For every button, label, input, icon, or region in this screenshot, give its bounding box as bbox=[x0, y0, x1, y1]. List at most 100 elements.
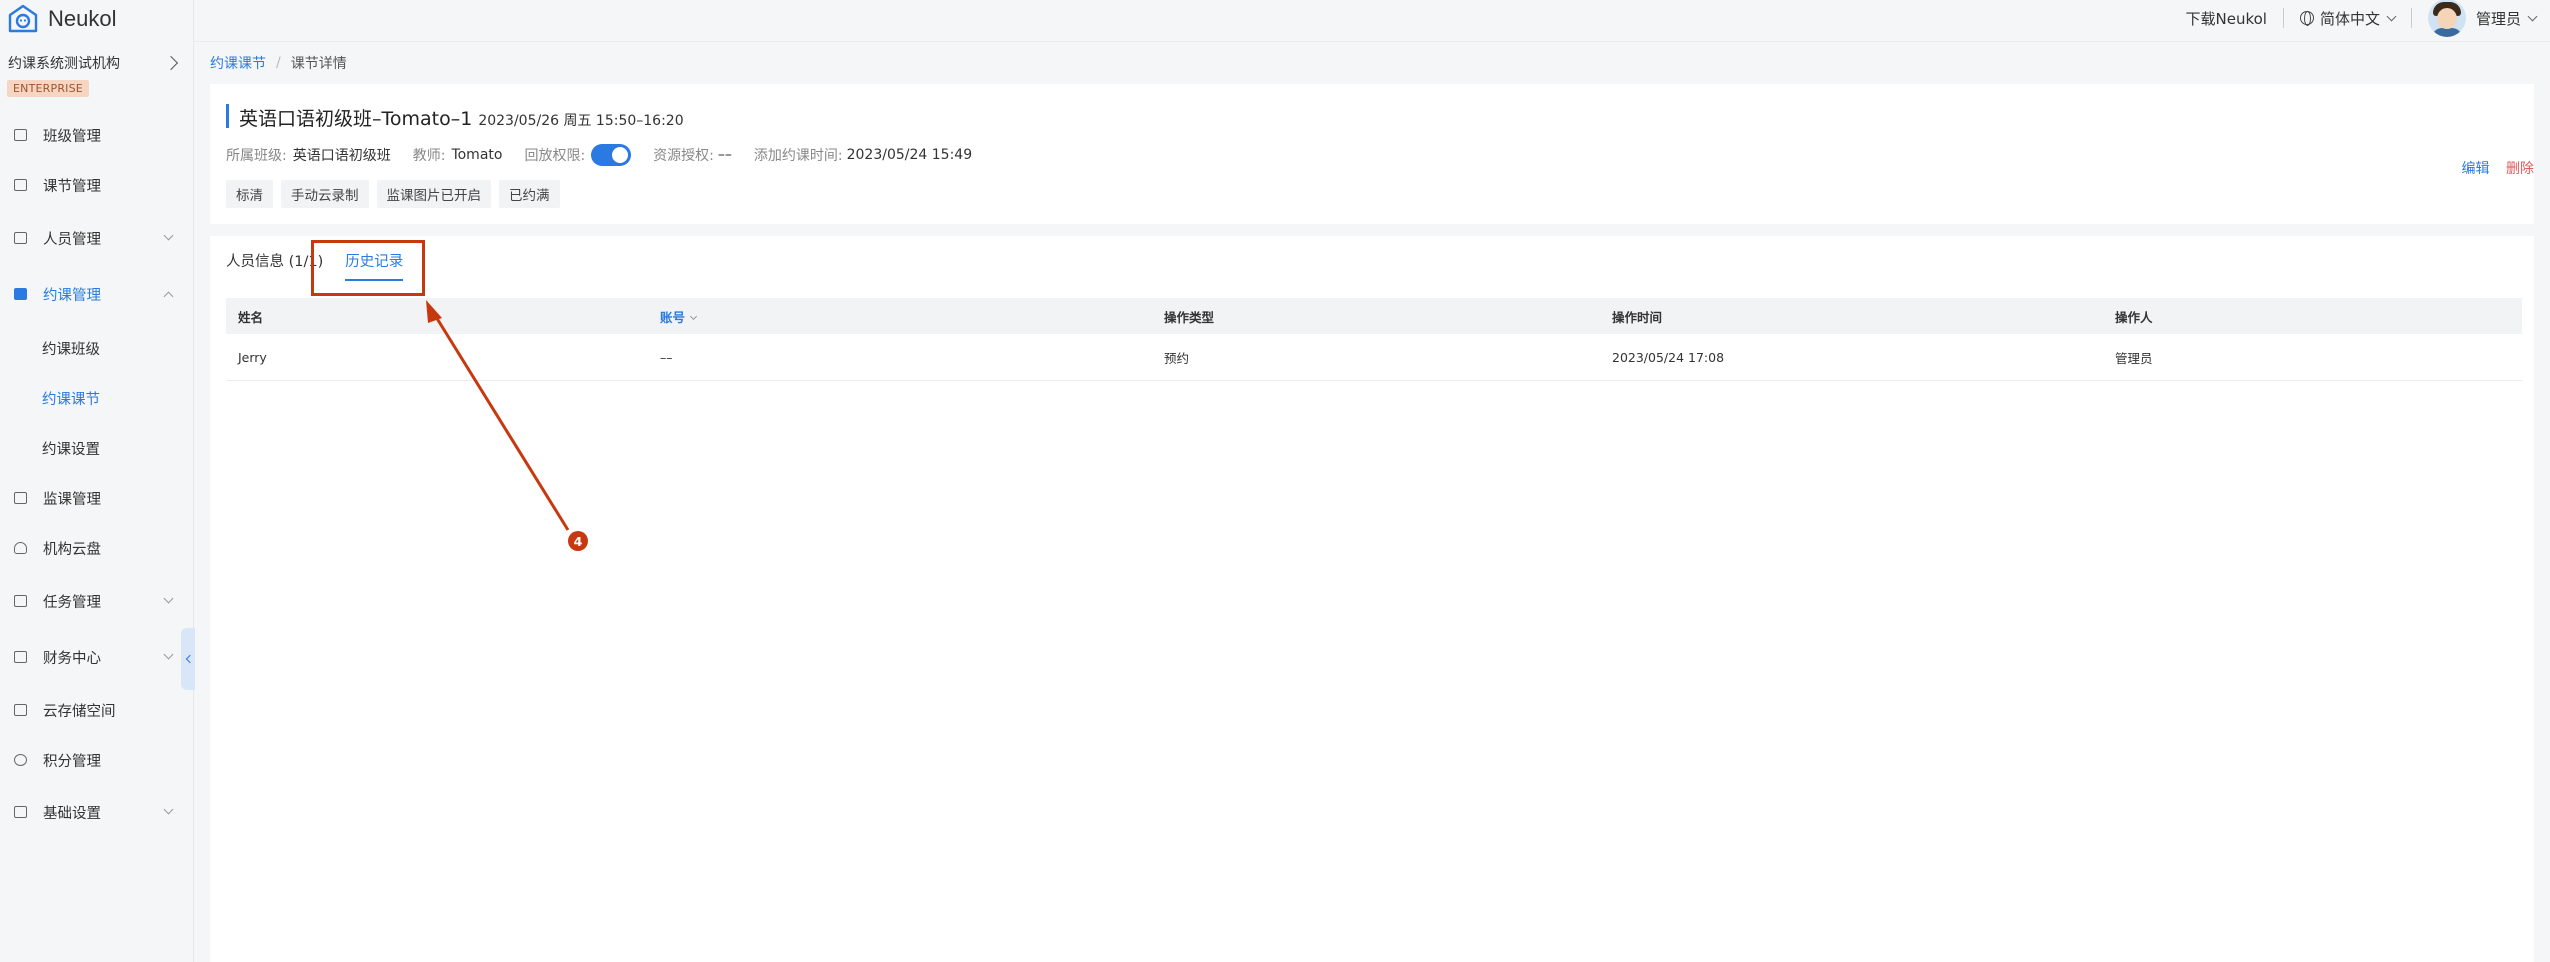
class-value: 英语口语初级班 bbox=[292, 148, 391, 164]
globe-icon bbox=[2299, 11, 2314, 26]
sort-icon bbox=[689, 312, 698, 320]
org-switcher[interactable]: 约课系统测试机构 bbox=[8, 52, 180, 74]
chevron-down-icon bbox=[163, 649, 174, 660]
added-time-value: 2023/05/24 15:49 bbox=[846, 147, 973, 163]
sidebar-item-cloud-drive[interactable]: 机构云盘 bbox=[0, 528, 194, 568]
resource-key: 资源授权: bbox=[653, 148, 714, 164]
chevron-down-icon bbox=[2386, 11, 2397, 21]
sidebar-item-monitor[interactable]: 监课管理 bbox=[0, 478, 194, 518]
booking-icon bbox=[14, 288, 27, 300]
lesson-icon bbox=[14, 179, 27, 191]
task-icon bbox=[14, 595, 27, 607]
sidebar-item-label: 课节管理 bbox=[43, 178, 101, 195]
cell-account: –– bbox=[660, 349, 673, 365]
sidebar-subitem-booking-class[interactable]: 约课班级 bbox=[42, 333, 100, 363]
cell-action-time: 2023/05/24 17:08 bbox=[1612, 349, 1725, 365]
sidebar-subitem-label: 约课班级 bbox=[42, 341, 100, 358]
sidebar-item-label: 班级管理 bbox=[43, 128, 101, 145]
annotation-highlight-box bbox=[311, 240, 425, 296]
class-icon bbox=[14, 129, 27, 141]
delete-button[interactable]: 删除 bbox=[2506, 161, 2534, 177]
brand-logo-icon bbox=[8, 4, 38, 33]
column-header-action-time: 操作时间 bbox=[1612, 309, 1663, 325]
storage-icon bbox=[14, 704, 27, 716]
history-table: 姓名 账号 操作类型 操作时间 操作人 Jerry –– 预约 2023/05/… bbox=[226, 298, 2522, 381]
resource-value: –– bbox=[717, 147, 732, 163]
cell-name: Jerry bbox=[238, 349, 267, 365]
sidebar-item-class[interactable]: 班级管理 bbox=[0, 115, 194, 155]
brand-name: Neukol bbox=[48, 6, 117, 31]
sidebar-item-storage[interactable]: 云存储空间 bbox=[0, 690, 194, 730]
teacher-value: Tomato bbox=[451, 147, 503, 163]
status-badge: 监课图片已开启 bbox=[376, 180, 491, 208]
playback-key: 回放权限: bbox=[524, 148, 586, 164]
column-header-account[interactable]: 账号 bbox=[648, 307, 1152, 326]
org-name: 约课系统测试机构 bbox=[8, 56, 120, 72]
divider bbox=[2410, 8, 2412, 28]
sidebar-item-settings[interactable]: 基础设置 bbox=[0, 792, 194, 832]
column-header-name: 姓名 bbox=[238, 309, 264, 325]
sidebar-subitem-label: 约课课节 bbox=[42, 391, 100, 408]
sidebar-item-label: 机构云盘 bbox=[43, 541, 101, 558]
chevron-up-icon bbox=[163, 291, 174, 302]
page-title: 英语口语初级班–Tomato–1 bbox=[239, 108, 473, 130]
chevron-left-icon bbox=[185, 654, 194, 664]
sidebar-item-label: 积分管理 bbox=[43, 753, 101, 770]
brand-logo[interactable]: Neukol bbox=[8, 2, 116, 36]
edition-badge: ENTERPRISE bbox=[7, 80, 89, 97]
divider bbox=[2282, 8, 2284, 28]
language-selector[interactable]: 简体中文 bbox=[2320, 8, 2380, 29]
sidebar-collapse-button[interactable] bbox=[181, 628, 195, 690]
settings-icon bbox=[14, 806, 27, 818]
breadcrumb-separator: / bbox=[276, 55, 281, 71]
cell-operator: 管理员 bbox=[2115, 350, 2153, 366]
class-key: 所属班级: bbox=[226, 148, 287, 164]
chevron-down-icon bbox=[163, 593, 174, 604]
cloud-icon bbox=[14, 542, 27, 554]
chevron-down-icon bbox=[163, 804, 174, 815]
chevron-right-icon bbox=[163, 55, 179, 71]
sidebar: Neukol 约课系统测试机构 ENTERPRISE 班级管理 课节管理 人员管… bbox=[0, 0, 195, 962]
sidebar-subitem-booking-settings[interactable]: 约课设置 bbox=[42, 433, 100, 463]
added-time-key: 添加约课时间: bbox=[753, 148, 843, 164]
tab-members[interactable]: 人员信息 (1/1) bbox=[226, 250, 323, 281]
top-bar-actions: 下载Neukol 简体中文 管理员 bbox=[2186, 0, 2538, 37]
status-badge: 标清 bbox=[226, 180, 273, 208]
lesson-actions: 编辑 删除 bbox=[2462, 158, 2534, 178]
lesson-info-card: 英语口语初级班–Tomato–1 2023/05/26 周五 15:50–16:… bbox=[210, 84, 2534, 224]
breadcrumb-parent-link[interactable]: 约课课节 bbox=[210, 53, 266, 73]
sidebar-item-booking[interactable]: 约课管理 bbox=[0, 274, 194, 314]
sidebar-item-people[interactable]: 人员管理 bbox=[0, 218, 194, 258]
avatar[interactable] bbox=[2427, 0, 2466, 37]
sidebar-item-task[interactable]: 任务管理 bbox=[0, 581, 194, 621]
playback-toggle[interactable] bbox=[591, 144, 632, 166]
sidebar-item-finance[interactable]: 财务中心 bbox=[0, 637, 194, 677]
lesson-header: 英语口语初级班–Tomato–1 2023/05/26 周五 15:50–16:… bbox=[226, 104, 684, 130]
points-icon bbox=[14, 754, 27, 766]
top-bar: 下载Neukol 简体中文 管理员 bbox=[194, 0, 2550, 42]
sidebar-item-lesson[interactable]: 课节管理 bbox=[0, 165, 194, 205]
column-header-operator: 操作人 bbox=[2115, 309, 2153, 325]
chevron-down-icon bbox=[2527, 11, 2538, 21]
cell-action-type: 预约 bbox=[1164, 350, 1190, 366]
breadcrumb-current: 课节详情 bbox=[290, 56, 347, 72]
monitor-icon bbox=[14, 492, 27, 504]
edit-button[interactable]: 编辑 bbox=[2462, 161, 2490, 177]
sidebar-item-label: 财务中心 bbox=[43, 650, 101, 667]
download-app-link[interactable]: 下载Neukol bbox=[2186, 8, 2267, 29]
sidebar-item-label: 云存储空间 bbox=[43, 703, 116, 720]
sidebar-item-label: 基础设置 bbox=[43, 805, 101, 822]
teacher-key: 教师: bbox=[412, 148, 446, 164]
chevron-down-icon bbox=[163, 230, 174, 241]
history-panel: 人员信息 (1/1) 历史记录 姓名 账号 操作类型 操作时间 操作人 Jerr… bbox=[210, 236, 2534, 962]
status-badge: 已约满 bbox=[499, 180, 560, 208]
annotation-step-number: 4 bbox=[568, 531, 588, 551]
lesson-time: 2023/05/26 周五 15:50–16:20 bbox=[478, 113, 684, 129]
people-icon bbox=[14, 232, 27, 244]
sidebar-item-points[interactable]: 积分管理 bbox=[0, 740, 194, 780]
table-row: Jerry –– 预约 2023/05/24 17:08 管理员 bbox=[226, 334, 2522, 381]
lesson-meta: 所属班级: 英语口语初级班 教师: Tomato 回放权限: 资源授权: –– … bbox=[226, 144, 994, 166]
user-menu[interactable]: 管理员 bbox=[2476, 8, 2521, 29]
breadcrumb: 约课课节 / 课节详情 bbox=[210, 53, 347, 73]
sidebar-subitem-booking-lesson[interactable]: 约课课节 bbox=[42, 383, 100, 413]
